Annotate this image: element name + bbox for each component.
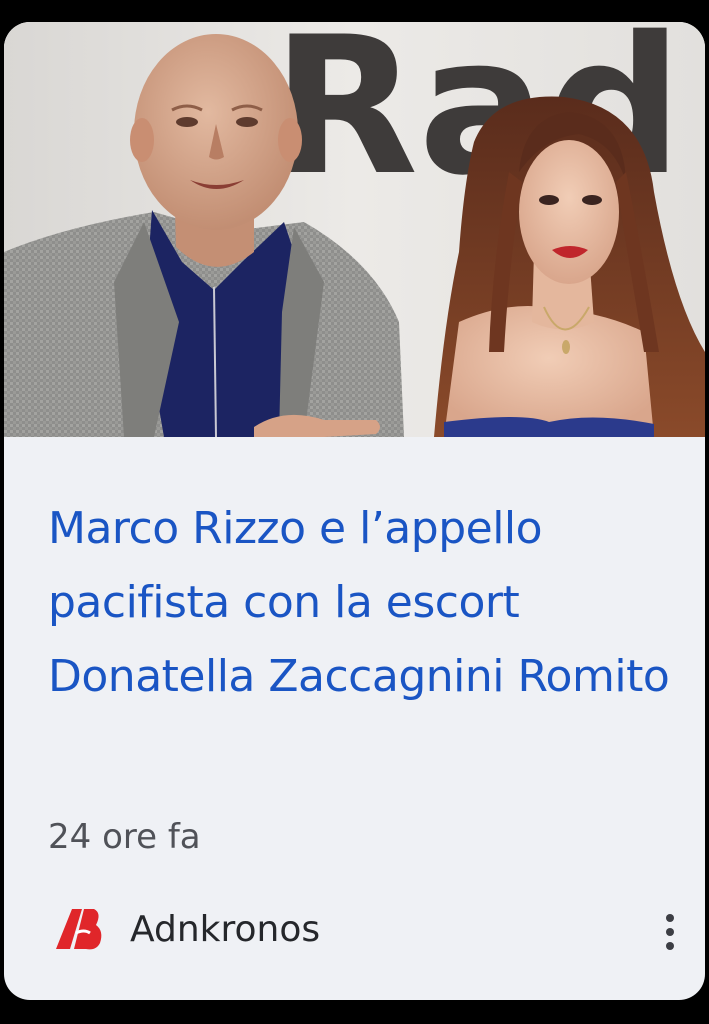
source-name[interactable]: Adnkronos <box>130 909 320 950</box>
thumbnail-image: Rad <box>4 22 705 437</box>
article-thumbnail[interactable]: Rad <box>4 22 705 437</box>
news-card[interactable]: Rad Marco Rizzo e l’appello pacifista co… <box>4 22 705 1000</box>
source-row: Adnkronos <box>48 900 688 964</box>
article-time: 24 ore fa <box>48 817 201 857</box>
adnkronos-logo-icon <box>56 909 102 950</box>
article-headline[interactable]: Marco Rizzo e l’appello pacifista con la… <box>48 492 678 714</box>
top-edge <box>0 0 709 22</box>
more-vert-icon[interactable] <box>652 904 688 960</box>
